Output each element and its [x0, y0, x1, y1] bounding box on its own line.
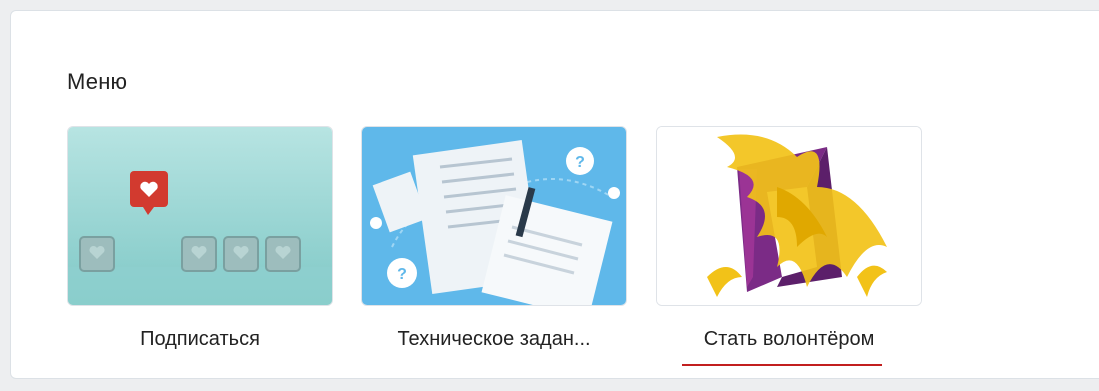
subscribe-heart-icon: [68, 127, 332, 305]
documents-question-icon: ? ?: [362, 127, 626, 305]
tech-spec-thumbnail[interactable]: ? ?: [361, 126, 627, 306]
svg-text:?: ?: [397, 266, 407, 283]
volunteer-underline: [682, 364, 882, 366]
volunteer-label[interactable]: Стать волонтёром: [656, 328, 922, 366]
menu-panel: Меню Подписаться ? ? Техническое задан..…: [10, 10, 1099, 379]
menu-item-volunteer[interactable]: Стать волонтёром: [656, 126, 922, 366]
volunteer-label-text[interactable]: Стать волонтёром: [704, 328, 875, 350]
menu-item-tech-spec[interactable]: ? ? Техническое задан...: [361, 126, 627, 351]
subscribe-label[interactable]: Подписаться: [67, 328, 333, 351]
phoenix-logo-icon: [657, 127, 921, 305]
svg-text:?: ?: [575, 154, 585, 171]
subscribe-thumbnail[interactable]: [67, 126, 333, 306]
tech-spec-label[interactable]: Техническое задан...: [361, 328, 627, 351]
menu-item-subscribe[interactable]: Подписаться: [67, 126, 333, 351]
volunteer-thumbnail[interactable]: [656, 126, 922, 306]
menu-title: Меню: [67, 69, 128, 94]
